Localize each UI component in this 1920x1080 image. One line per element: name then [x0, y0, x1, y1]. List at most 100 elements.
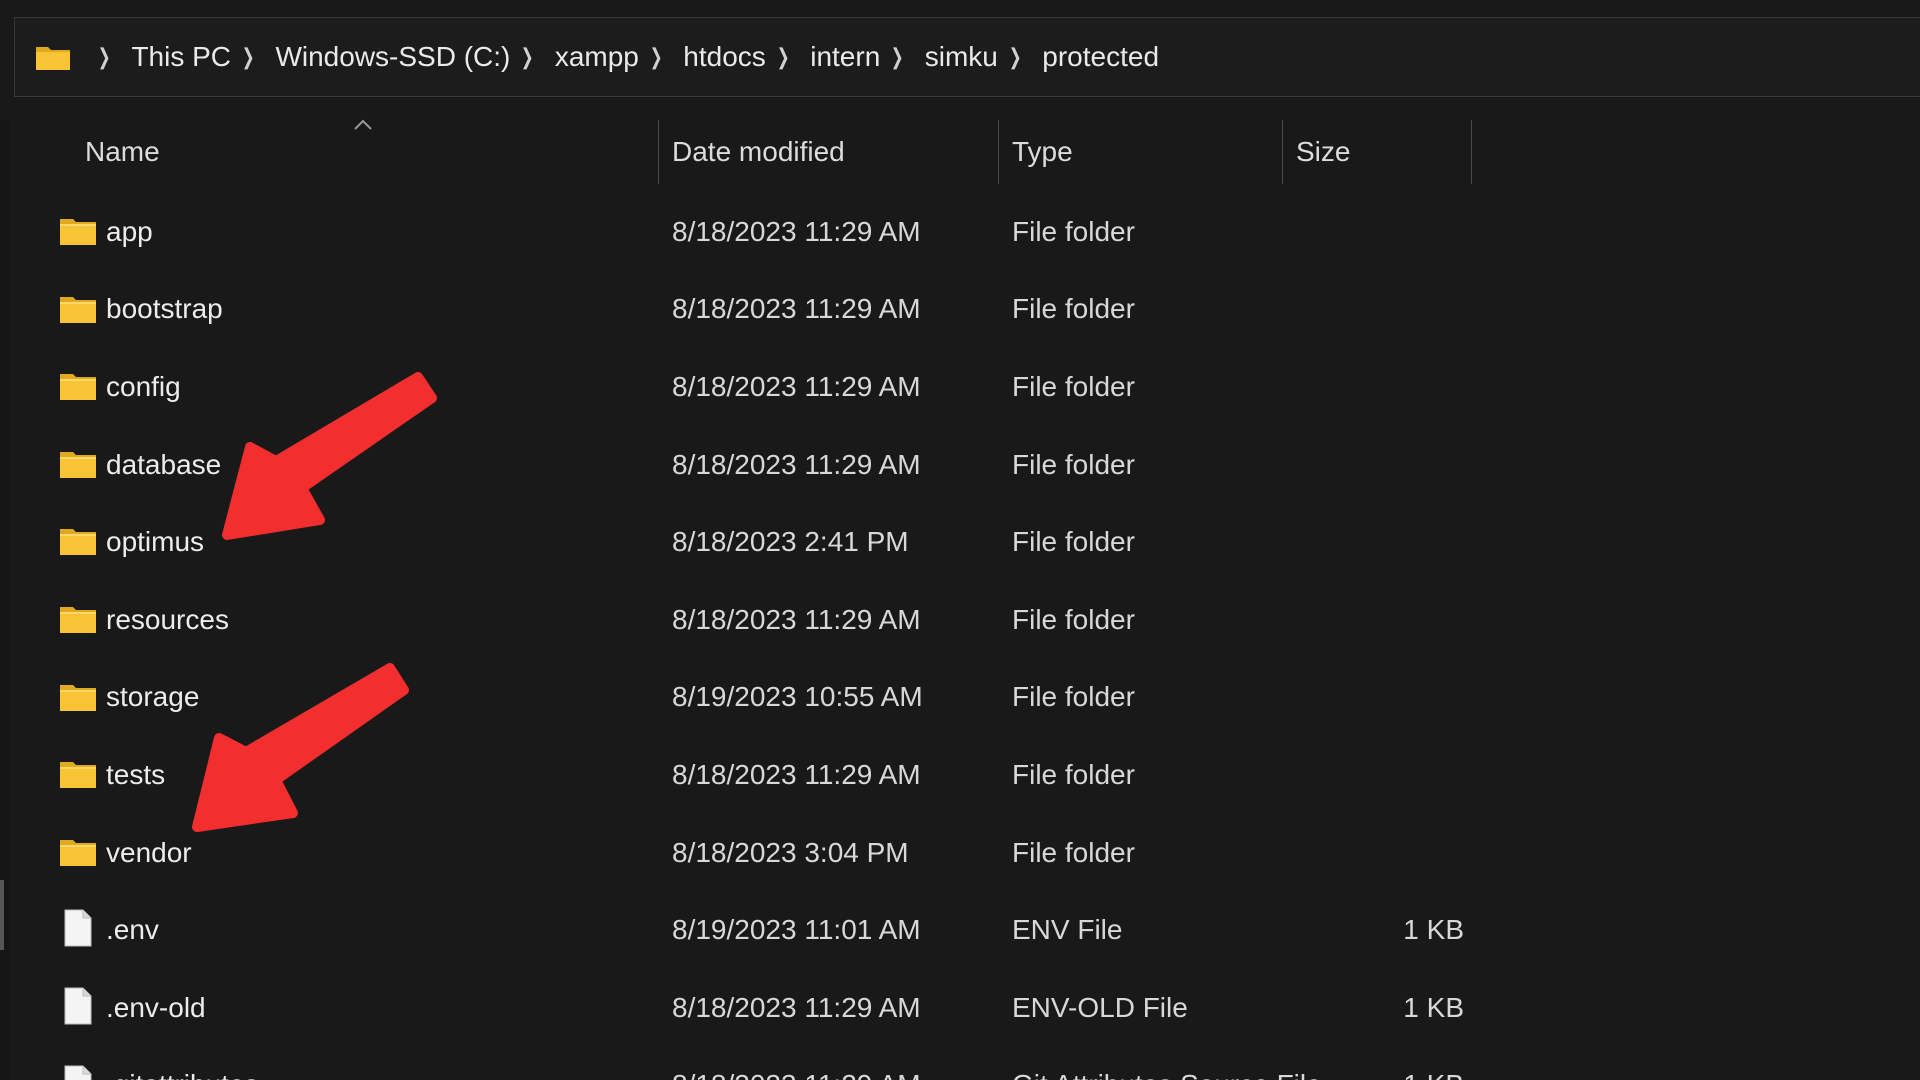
folder-icon — [60, 838, 96, 866]
file-icon — [63, 909, 99, 947]
item-type: File folder — [1012, 603, 1135, 635]
file-list-item[interactable]: vendor 8/18/2023 3:04 PM File folder — [10, 814, 1490, 892]
file-list-item[interactable]: database 8/18/2023 11:29 AM File folder — [10, 426, 1490, 504]
folder-icon — [60, 605, 96, 633]
file-list-item[interactable]: optimus 8/18/2023 2:41 PM File folder — [10, 503, 1490, 581]
file-list-item[interactable]: config 8/18/2023 11:29 AM File folder — [10, 348, 1490, 426]
chevron-right-icon[interactable]: ❯ — [98, 44, 111, 70]
item-name: tests — [106, 758, 166, 790]
chevron-right-icon[interactable]: ❯ — [1009, 44, 1022, 70]
folder-icon — [60, 372, 96, 401]
breadcrumb-htdocs[interactable]: htdocs — [683, 41, 766, 73]
item-date-modified: 8/18/2023 11:29 AM — [672, 215, 921, 247]
chevron-right-icon[interactable]: ❯ — [777, 44, 790, 70]
item-date-modified: 8/18/2023 11:29 AM — [672, 991, 921, 1023]
item-size — [1246, 736, 1464, 814]
item-type: File folder — [1012, 293, 1135, 325]
item-type: File folder — [1012, 526, 1135, 558]
file-list-item[interactable]: bootstrap 8/18/2023 11:29 AM File folder — [10, 271, 1490, 349]
file-list-item[interactable]: resources 8/18/2023 11:29 AM File folder — [10, 581, 1490, 659]
file-icon — [63, 987, 99, 1025]
item-size: 1 KB — [1403, 991, 1464, 1023]
item-date-modified: 8/18/2023 11:29 AM — [672, 1047, 921, 1080]
column-header-date-label: Date modified — [672, 136, 845, 167]
file-list-item[interactable]: .env-old 8/18/2023 11:29 AM ENV-OLD File 1 … — [10, 969, 1490, 1047]
item-date-modified: 8/19/2023 11:01 AM — [672, 914, 921, 946]
item-date-modified: 8/18/2023 3:04 PM — [672, 836, 909, 868]
item-size — [1246, 659, 1464, 737]
item-name: optimus — [106, 526, 205, 558]
breadcrumb-drive[interactable]: Windows-SSD (C:) — [275, 41, 510, 73]
item-name: bootstrap — [106, 293, 223, 325]
item-type: File folder — [1012, 758, 1135, 790]
file-list-item[interactable]: tests 8/18/2023 11:29 AM File folder — [10, 736, 1490, 814]
file-icon — [63, 1065, 99, 1080]
chevron-right-icon[interactable]: ❯ — [242, 44, 255, 70]
column-divider[interactable] — [658, 120, 659, 184]
item-name: database — [106, 448, 222, 480]
item-date-modified: 8/18/2023 11:29 AM — [672, 603, 921, 635]
item-name: storage — [106, 681, 200, 713]
item-date-modified: 8/18/2023 2:41 PM — [672, 526, 909, 558]
breadcrumb-protected[interactable]: protected — [1042, 41, 1159, 73]
file-list-item[interactable]: app 8/18/2023 11:29 AM File folder — [10, 193, 1490, 271]
item-type: File folder — [1012, 215, 1135, 247]
item-size: 1 KB — [1246, 1047, 1464, 1080]
folder-icon — [35, 44, 71, 70]
item-name: .gitattributes — [106, 1047, 259, 1080]
item-name: .env-old — [106, 991, 206, 1023]
breadcrumb-this-pc[interactable]: This PC — [131, 41, 231, 73]
column-header-size-label: Size — [1296, 136, 1351, 167]
column-header-size[interactable]: Size — [1296, 120, 1476, 184]
column-header-row: Name Date modified Type Size — [10, 120, 1920, 184]
sort-ascending-icon — [354, 119, 372, 130]
item-size — [1246, 814, 1464, 892]
item-name: resources — [106, 603, 229, 635]
item-size — [1246, 426, 1464, 504]
column-header-type[interactable]: Type — [1012, 120, 1282, 184]
item-type: File folder — [1012, 836, 1135, 868]
chevron-right-icon[interactable]: ❯ — [891, 44, 904, 70]
file-explorer-window: ❯ This PC ❯ Windows-SSD (C:) ❯ xampp ❯ h… — [0, 0, 1920, 1080]
item-name: app — [106, 215, 153, 247]
file-list-item[interactable]: .gitattributes8/18/2023 11:29 AMGit Attr… — [10, 1047, 1490, 1080]
chevron-right-icon[interactable]: ❯ — [521, 44, 534, 70]
item-type: File folder — [1012, 448, 1135, 480]
column-divider[interactable] — [998, 120, 999, 184]
item-size: 1 KB — [1403, 914, 1464, 946]
file-list: app 8/18/2023 11:29 AM File folder bootstra… — [10, 193, 1920, 1080]
column-header-name-label: Name — [85, 136, 160, 167]
column-divider[interactable] — [1471, 120, 1472, 184]
item-size — [1246, 193, 1464, 271]
item-type: ENV File — [1012, 914, 1123, 946]
column-divider[interactable] — [1282, 120, 1283, 184]
scrollbar[interactable] — [0, 880, 4, 950]
breadcrumb-xampp[interactable]: xampp — [555, 41, 639, 73]
item-type: File folder — [1012, 370, 1135, 402]
address-bar[interactable]: ❯ This PC ❯ Windows-SSD (C:) ❯ xampp ❯ h… — [14, 17, 1920, 97]
breadcrumb-simku[interactable]: simku — [925, 41, 998, 73]
chevron-right-icon[interactable]: ❯ — [650, 44, 663, 70]
folder-icon — [60, 760, 96, 789]
item-size — [1246, 503, 1464, 581]
column-header-date[interactable]: Date modified — [672, 120, 1002, 184]
item-date-modified: 8/18/2023 11:29 AM — [672, 758, 921, 790]
item-size — [1246, 581, 1464, 659]
folder-icon — [60, 683, 96, 711]
item-name: .env — [106, 914, 159, 946]
item-type: ENV-OLD File — [1012, 991, 1188, 1023]
folder-icon — [60, 217, 96, 245]
column-header-type-label: Type — [1012, 136, 1073, 167]
file-list-item[interactable]: .env 8/19/2023 11:01 AM ENV File 1 KB — [10, 891, 1490, 969]
item-date-modified: 8/18/2023 11:29 AM — [672, 370, 921, 402]
item-date-modified: 8/18/2023 11:29 AM — [672, 448, 921, 480]
item-name: config — [106, 370, 181, 402]
folder-icon — [60, 450, 96, 478]
item-size — [1246, 348, 1464, 426]
folder-icon — [60, 527, 96, 556]
item-name: vendor — [106, 836, 192, 868]
breadcrumb-intern[interactable]: intern — [810, 41, 880, 73]
item-date-modified: 8/19/2023 10:55 AM — [672, 681, 923, 713]
column-header-name[interactable]: Name — [85, 120, 665, 184]
file-list-item[interactable]: storage 8/19/2023 10:55 AM File folder — [10, 659, 1490, 737]
